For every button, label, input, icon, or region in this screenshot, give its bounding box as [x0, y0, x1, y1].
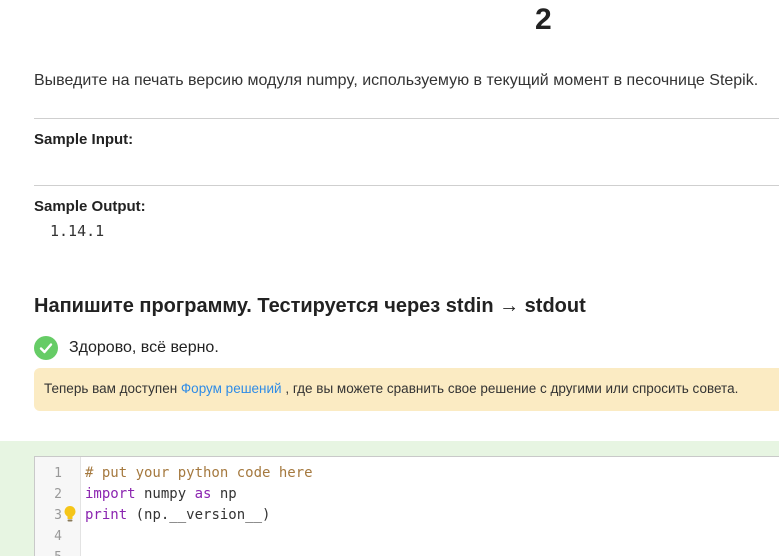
code-line-3: print (np.__version__): [85, 507, 270, 523]
code-text: numpy: [135, 486, 195, 502]
notice-text-after: , где вы можете сравнить свое решение с …: [281, 381, 739, 396]
notice-text-before: Теперь вам доступен: [44, 381, 181, 396]
check-circle-icon: [34, 336, 58, 360]
task-description: Выведите на печать версию модуля numpy, …: [34, 72, 759, 89]
line-gutter: 1 2 3 4 5: [35, 457, 81, 556]
divider: [34, 185, 779, 186]
line-number: 5: [38, 550, 62, 556]
solutions-forum-link[interactable]: Форум решений: [181, 381, 282, 396]
lightbulb-icon[interactable]: [63, 505, 77, 523]
code-keyword: print: [85, 507, 128, 523]
divider: [34, 118, 779, 119]
code-line-2: import numpy as np: [85, 486, 237, 502]
line-number: 1: [54, 466, 62, 481]
sample-output-label: Sample Output:: [34, 198, 146, 215]
sample-input-label: Sample Input:: [34, 131, 134, 148]
result-status: Здорово, всё верно.: [34, 336, 219, 360]
step-number: 2: [535, 3, 552, 36]
code-comment: # put your python code here: [85, 465, 313, 481]
result-text: Здорово, всё верно.: [69, 339, 219, 356]
sample-output-value: 1.14.1: [50, 222, 105, 240]
forum-notice: Теперь вам доступен Форум решений , где …: [34, 368, 779, 411]
code-text: np: [211, 486, 237, 502]
line-number: 3: [54, 508, 62, 523]
line-number: 4: [54, 529, 62, 544]
submission-heading: Напишите программу. Тестируется через st…: [34, 295, 586, 317]
code-text: (np.__version__): [127, 507, 271, 523]
code-editor[interactable]: 1 2 3 4 5 # put your python code here im…: [34, 456, 779, 556]
line-number: 2: [54, 487, 62, 502]
code-keyword: as: [194, 486, 212, 502]
code-keyword: import: [85, 486, 136, 502]
code-line-1: # put your python code here: [85, 465, 313, 481]
